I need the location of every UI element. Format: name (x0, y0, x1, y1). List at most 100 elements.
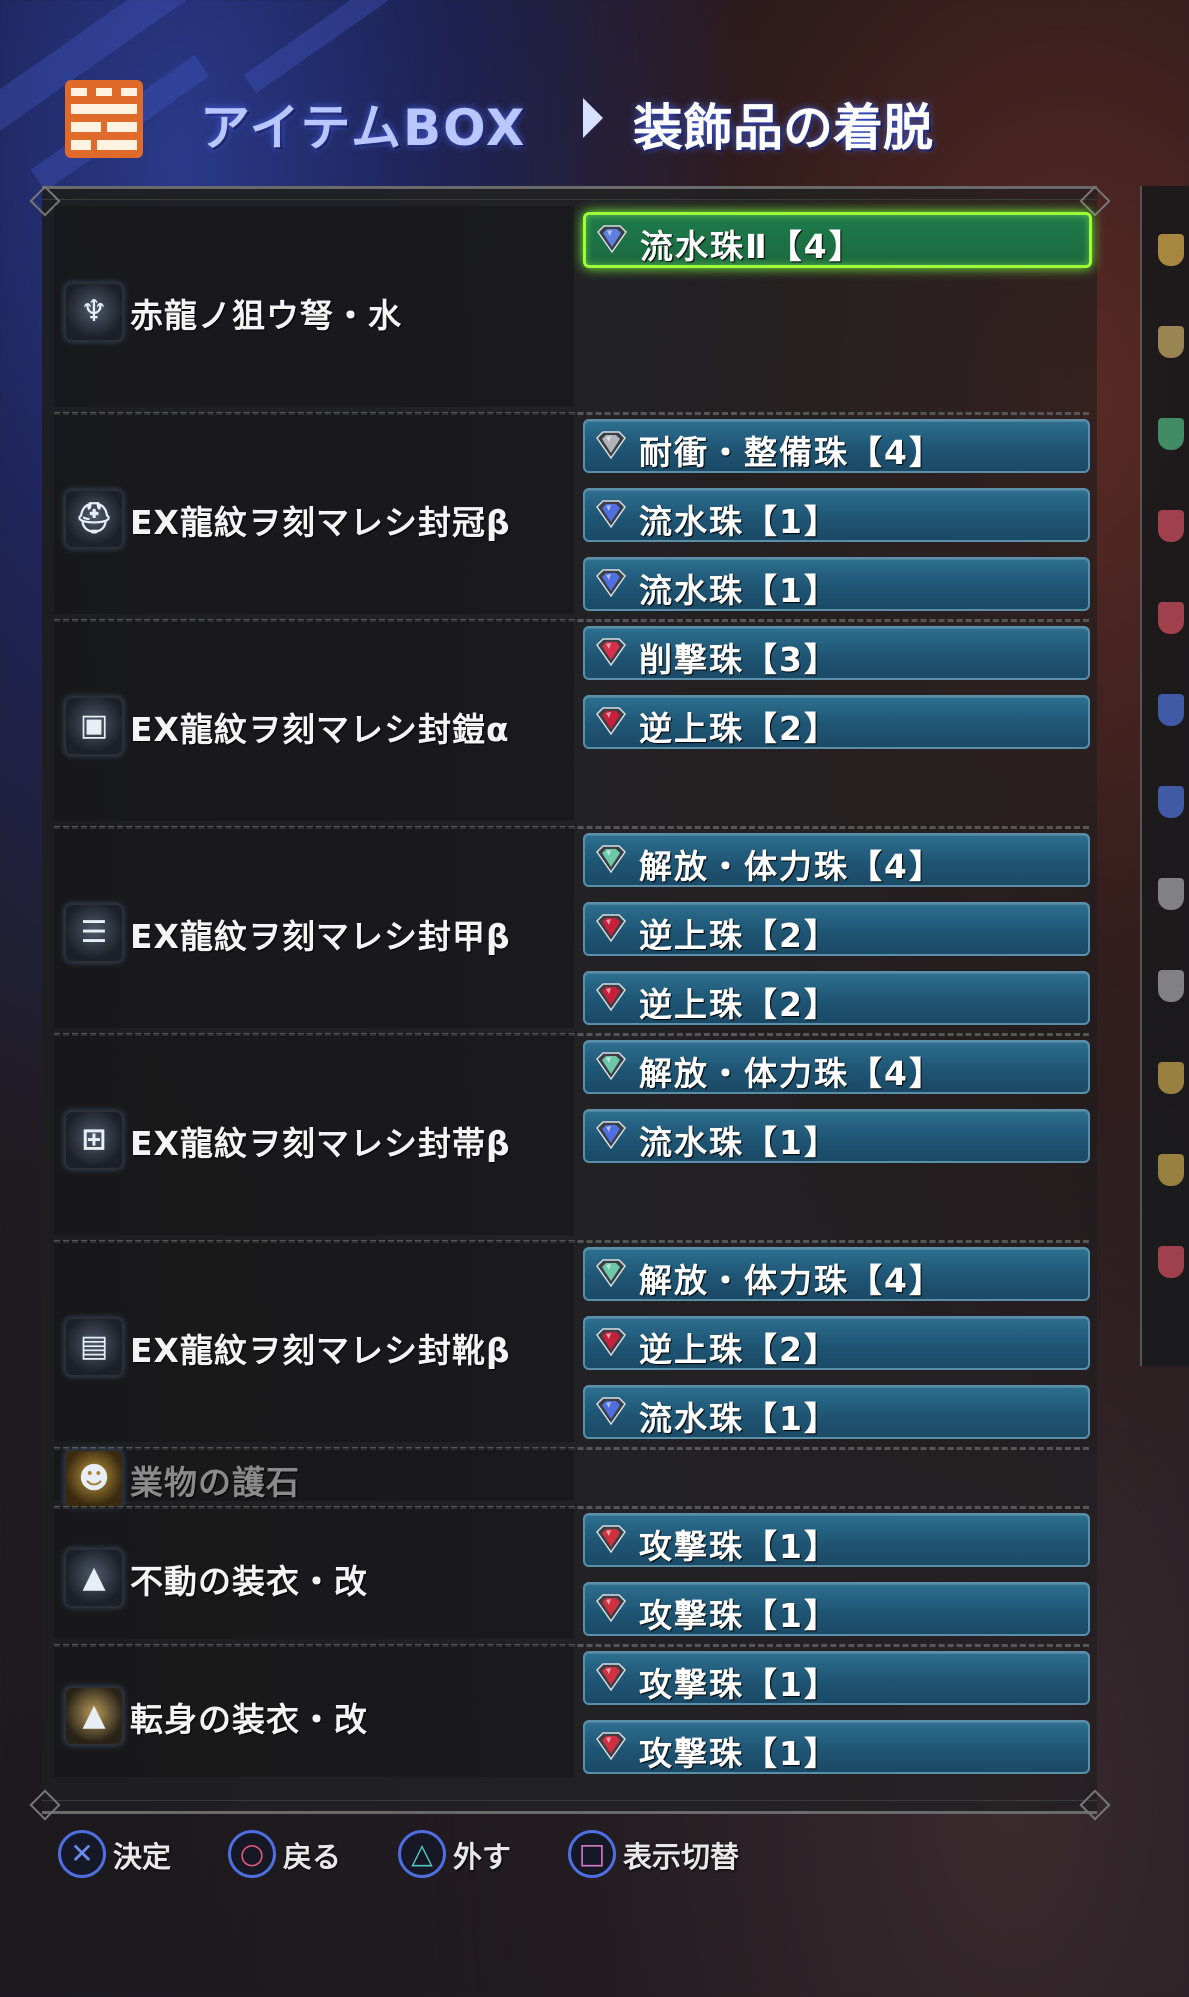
decoration-name: 流水珠【1】 (639, 1123, 839, 1162)
triangle-button-icon: △ (398, 1830, 446, 1878)
equipment-row[interactable]: ▤ EX龍紋ヲ刻マレシ封靴β (54, 1247, 574, 1454)
decoration-slot[interactable]: 逆上珠【2】 (583, 971, 1090, 1025)
chest-glyph: ▣ (79, 707, 109, 743)
cross-glyph: ✕ (70, 1837, 94, 1870)
waist-glyph: ⊞ (81, 1121, 107, 1157)
decoration-gem-icon (596, 1121, 626, 1150)
equipment-row[interactable]: ▣ EX龍紋ヲ刻マレシ封鎧α (54, 626, 574, 833)
bowgun-icon: ♆ (64, 281, 124, 342)
decoration-slot[interactable]: 耐衝・整備珠【4】 (583, 419, 1090, 473)
decoration-slot[interactable]: 流水珠【1】 (583, 488, 1090, 542)
decoration-name: 逆上珠【2】 (639, 709, 839, 748)
screen-header: アイテムBOX 装飾品の着脱 (55, 70, 1055, 170)
breadcrumb-chevron-icon (583, 98, 603, 138)
panel-bottom-border (42, 1800, 1097, 1814)
equipment-name: EX龍紋ヲ刻マレシ封甲β (130, 916, 511, 956)
charm-icon: ☻ (64, 1449, 124, 1510)
legs-icon: ▤ (64, 1316, 124, 1377)
arms-icon: ☰ (64, 902, 124, 963)
decoration-slot[interactable]: 逆上珠【2】 (583, 902, 1090, 956)
bowgun-glyph: ♆ (80, 293, 108, 329)
decoration-slot[interactable]: 攻撃珠【1】 (583, 1719, 1090, 1774)
decoration-slot[interactable]: 流水珠【1】 (583, 1109, 1090, 1163)
equipment-row[interactable]: ☻ 業物の護石 (54, 1449, 574, 1513)
list-gem-icon (1158, 418, 1184, 450)
circle-button-icon: ○ (228, 1830, 276, 1878)
decoration-gem-icon (596, 983, 626, 1012)
waist-icon: ⊞ (64, 1109, 124, 1170)
chest-icon: ▣ (64, 695, 124, 756)
equipment-row[interactable]: ☰ EX龍紋ヲ刻マレシ封甲β (54, 833, 574, 1040)
back-label: 戻る (283, 1840, 342, 1874)
equipment-name: EX龍紋ヲ刻マレシ封鎧α (130, 709, 510, 749)
decoration-gem-icon (596, 431, 626, 460)
equipment-row[interactable]: ⊞ EX龍紋ヲ刻マレシ封帯β (54, 1040, 574, 1247)
decoration-gem-icon (596, 1397, 626, 1426)
equipment-name: 不動の装衣・改 (130, 1561, 368, 1601)
toggle-view-label: 表示切替 (623, 1840, 740, 1874)
equipment-name: EX龍紋ヲ刻マレシ封帯β (130, 1123, 511, 1163)
decoration-gem-icon (596, 1731, 626, 1760)
decoration-slot[interactable]: 流水珠Ⅱ【4】 (583, 212, 1092, 268)
equipment-row[interactable]: ♆ 赤龍ノ狙ウ弩・水 (54, 212, 574, 419)
decoration-slot[interactable]: 削撃珠【3】 (583, 626, 1090, 680)
helm-icon: ⛑ (64, 488, 124, 549)
decoration-gem-icon (596, 1662, 626, 1691)
item-box-icon (65, 80, 143, 158)
list-gem-icon (1158, 510, 1184, 542)
legs-glyph: ▤ (79, 1328, 109, 1364)
list-gem-icon (1158, 694, 1184, 726)
arms-glyph: ☰ (80, 914, 108, 950)
list-gem-icon (1158, 326, 1184, 358)
decoration-slot[interactable]: 攻撃珠【1】 (583, 1650, 1090, 1705)
decoration-slot[interactable]: 流水珠【1】 (583, 557, 1090, 611)
decoration-name: 流水珠【1】 (639, 1399, 839, 1438)
circle-glyph: ○ (239, 1837, 265, 1870)
decoration-slot[interactable]: 解放・体力珠【4】 (583, 1247, 1090, 1301)
decoration-list-edge[interactable] (1140, 186, 1189, 1366)
decoration-name: 攻撃珠【1】 (639, 1595, 839, 1635)
decoration-name: 流水珠【1】 (639, 571, 839, 610)
decoration-slot[interactable]: 流水珠【1】 (583, 1385, 1090, 1439)
mantle-icon: ▲ (64, 1547, 124, 1608)
header-subtitle: 装飾品の着脱 (633, 99, 933, 157)
decoration-gem-icon (596, 1328, 626, 1357)
equipment-row[interactable]: ▲ 転身の装衣・改 (54, 1651, 574, 1789)
equipment-name: EX龍紋ヲ刻マレシ封靴β (130, 1330, 511, 1370)
list-gem-icon (1158, 1154, 1184, 1186)
decoration-name: 逆上珠【2】 (639, 1330, 839, 1369)
decoration-slot[interactable]: 攻撃珠【1】 (583, 1512, 1090, 1567)
decoration-name: 削撃珠【3】 (639, 640, 839, 679)
decoration-name: 解放・体力珠【4】 (639, 1054, 944, 1093)
decoration-name: 流水珠【1】 (639, 502, 839, 541)
confirm-label: 決定 (113, 1840, 172, 1874)
mantle-gold-icon: ▲ (64, 1685, 124, 1746)
header-title: アイテムBOX (200, 99, 527, 157)
decoration-gem-icon (596, 707, 626, 736)
list-gem-icon (1158, 234, 1184, 266)
equipment-name: 転身の装衣・改 (130, 1699, 368, 1739)
list-gem-icon (1158, 786, 1184, 818)
decoration-slot[interactable]: 逆上珠【2】 (583, 1316, 1090, 1370)
triangle-glyph: △ (411, 1837, 433, 1870)
equipment-row[interactable]: ▲ 不動の装衣・改 (54, 1513, 574, 1651)
decoration-gem-icon (596, 500, 626, 529)
button-hints: ✕ 決定 ○ 戻る △ 外す □ 表示切替 (58, 1828, 1058, 1878)
equipment-row[interactable]: ⛑ EX龍紋ヲ刻マレシ封冠β (54, 419, 574, 626)
decoration-slot[interactable]: 解放・体力珠【4】 (583, 833, 1090, 887)
list-gem-icon (1158, 970, 1184, 1002)
square-button-icon: □ (568, 1830, 616, 1878)
decoration-slot[interactable]: 逆上珠【2】 (583, 695, 1090, 749)
decoration-slot[interactable]: 解放・体力珠【4】 (583, 1040, 1090, 1094)
decoration-gem-icon (596, 569, 626, 598)
decoration-gem-icon (596, 1052, 626, 1081)
list-gem-icon (1158, 1062, 1184, 1094)
decoration-gem-icon (596, 638, 626, 667)
equipment-name: 業物の護石 (130, 1463, 300, 1503)
list-gem-icon (1158, 602, 1184, 634)
cross-button-icon: ✕ (58, 1830, 106, 1878)
remove-label: 外す (453, 1840, 512, 1874)
decoration-name: 流水珠Ⅱ【4】 (640, 227, 864, 266)
charm-glyph: ☻ (78, 1461, 110, 1497)
decoration-slot[interactable]: 攻撃珠【1】 (583, 1581, 1090, 1636)
